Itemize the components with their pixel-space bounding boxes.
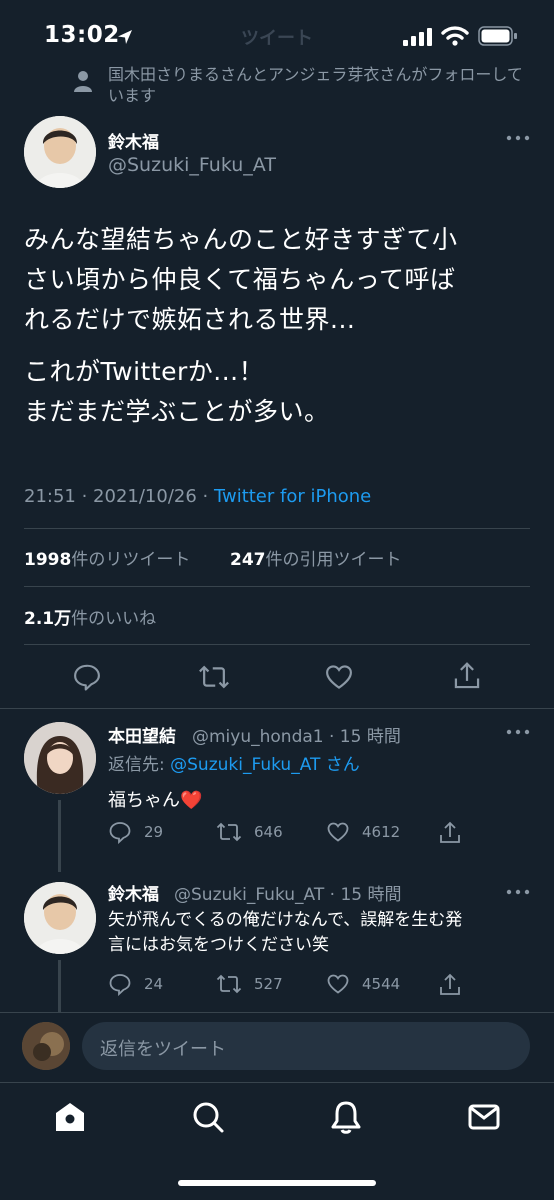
retweet-count: 527 xyxy=(254,975,283,993)
tweet-text-line: これがTwitterか...！ xyxy=(24,357,265,386)
likes-label: 件のいいね xyxy=(71,609,157,629)
person-icon xyxy=(74,71,92,92)
author-avatar[interactable] xyxy=(24,116,96,188)
like-icon xyxy=(327,822,349,842)
reply-input[interactable]: 返信をツイート xyxy=(82,1022,530,1070)
reply-action-reply[interactable]: 29 xyxy=(108,820,163,844)
divider xyxy=(0,1012,554,1013)
reply-avatar[interactable] xyxy=(24,722,96,794)
search-icon[interactable] xyxy=(188,1097,228,1137)
more-icon[interactable] xyxy=(506,728,530,736)
reply-text-line: 言にはお気をつけください笑 xyxy=(108,935,329,955)
author-handle[interactable]: @Suzuki_Fuku_AT xyxy=(108,154,276,176)
reply-action-like[interactable]: 4612 xyxy=(326,820,400,844)
likes-count: 2.1万 xyxy=(24,609,72,629)
reply-to: 返信先: @Suzuki_Fuku_AT さん xyxy=(108,750,360,775)
share-icon[interactable] xyxy=(452,660,482,692)
messages-icon[interactable] xyxy=(464,1097,504,1137)
divider xyxy=(24,586,530,587)
reply-action-retweet[interactable]: 527 xyxy=(216,972,283,996)
reply-author-name[interactable]: 本田望結 xyxy=(108,722,176,747)
social-context: 国木田さりまるさんとアンジェラ芽衣さんがフォローしています xyxy=(108,65,523,105)
retweet-count: 646 xyxy=(254,823,283,841)
quotes-count: 247 xyxy=(230,550,266,570)
reply-icon[interactable] xyxy=(72,662,102,692)
retweet-icon xyxy=(216,822,242,842)
thread-line xyxy=(58,800,61,872)
notifications-icon[interactable] xyxy=(326,1097,366,1137)
divider xyxy=(24,644,530,645)
retweet-icon xyxy=(216,974,242,994)
retweet-icon[interactable] xyxy=(198,662,230,692)
tweet-source[interactable]: Twitter for iPhone xyxy=(214,486,371,507)
tweet-text-line: さい頃から仲良くて福ちゃんって呼ば xyxy=(24,265,456,294)
share-icon[interactable] xyxy=(438,820,462,846)
home-indicator xyxy=(178,1180,376,1186)
nav-title: ツイート xyxy=(241,28,313,49)
retweet-stats[interactable]: 1998件のリツイート xyxy=(24,545,190,570)
reply-icon xyxy=(109,822,131,844)
quotes-label: 件の引用ツイート xyxy=(265,550,402,570)
tweet-text-line: みんな望結ちゃんのこと好きすぎて小 xyxy=(24,225,458,254)
reply-to-prefix: 返信先: xyxy=(108,755,171,775)
reply-avatar[interactable] xyxy=(24,882,96,954)
retweets-label: 件のリツイート xyxy=(71,550,191,570)
reply-text-line: 矢が飛んでくるの俺だけなんで、誤解を生む発 xyxy=(108,910,463,930)
reply-count: 24 xyxy=(144,975,164,993)
my-avatar[interactable] xyxy=(22,1022,70,1070)
reply-count: 29 xyxy=(144,823,164,841)
reply-handle-time[interactable]: @miyu_honda1 · 15 時間 xyxy=(192,722,401,747)
reply-action-retweet[interactable]: 646 xyxy=(216,820,283,844)
divider xyxy=(0,708,554,709)
quote-stats[interactable]: 247件の引用ツイート xyxy=(230,545,402,570)
home-icon[interactable] xyxy=(50,1097,90,1137)
reply-input-placeholder: 返信をツイート xyxy=(100,1039,226,1060)
reply-author-name[interactable]: 鈴木福 xyxy=(108,880,159,905)
reply-to-handle[interactable]: @Suzuki_Fuku_AT xyxy=(170,755,320,775)
reply-action-reply[interactable]: 24 xyxy=(108,972,163,996)
like-count: 4612 xyxy=(362,823,401,841)
more-icon[interactable] xyxy=(506,888,530,896)
author-name[interactable]: 鈴木福 xyxy=(108,128,159,153)
retweets-count: 1998 xyxy=(24,550,72,570)
reply-action-like[interactable]: 4544 xyxy=(326,972,400,996)
like-count: 4544 xyxy=(362,975,401,993)
reply-text: 矢が飛んでくるの俺だけなんで、誤解を生む発 言にはお気をつけください笑 xyxy=(108,908,538,958)
reply-to-suffix: さん xyxy=(320,755,360,775)
reply-text: 福ちゃん❤️ xyxy=(108,790,203,811)
like-icon[interactable] xyxy=(324,662,354,692)
tweet-text: みんな望結ちゃんのこと好きすぎて小 さい頃から仲良くて福ちゃんって呼ば れるだけ… xyxy=(24,220,534,432)
reply-icon xyxy=(109,974,131,996)
tweet-timestamp: 21:51 · 2021/10/26 · xyxy=(24,486,214,507)
reply-handle-time[interactable]: @Suzuki_Fuku_AT · 15 時間 xyxy=(174,880,402,905)
divider xyxy=(24,528,530,529)
tweet-text-line: まだまだ学ぶことが多い。 xyxy=(24,397,330,426)
like-icon xyxy=(327,974,349,994)
divider xyxy=(0,1082,554,1083)
tweet-text-line: れるだけで嫉妬される世界... xyxy=(24,305,356,334)
share-icon[interactable] xyxy=(438,972,462,998)
tweet-meta: 21:51 · 2021/10/26 · Twitter for iPhone xyxy=(24,486,371,507)
more-icon[interactable] xyxy=(506,134,530,142)
like-stats[interactable]: 2.1万件のいいね xyxy=(24,604,156,629)
thread-line xyxy=(58,960,61,1012)
